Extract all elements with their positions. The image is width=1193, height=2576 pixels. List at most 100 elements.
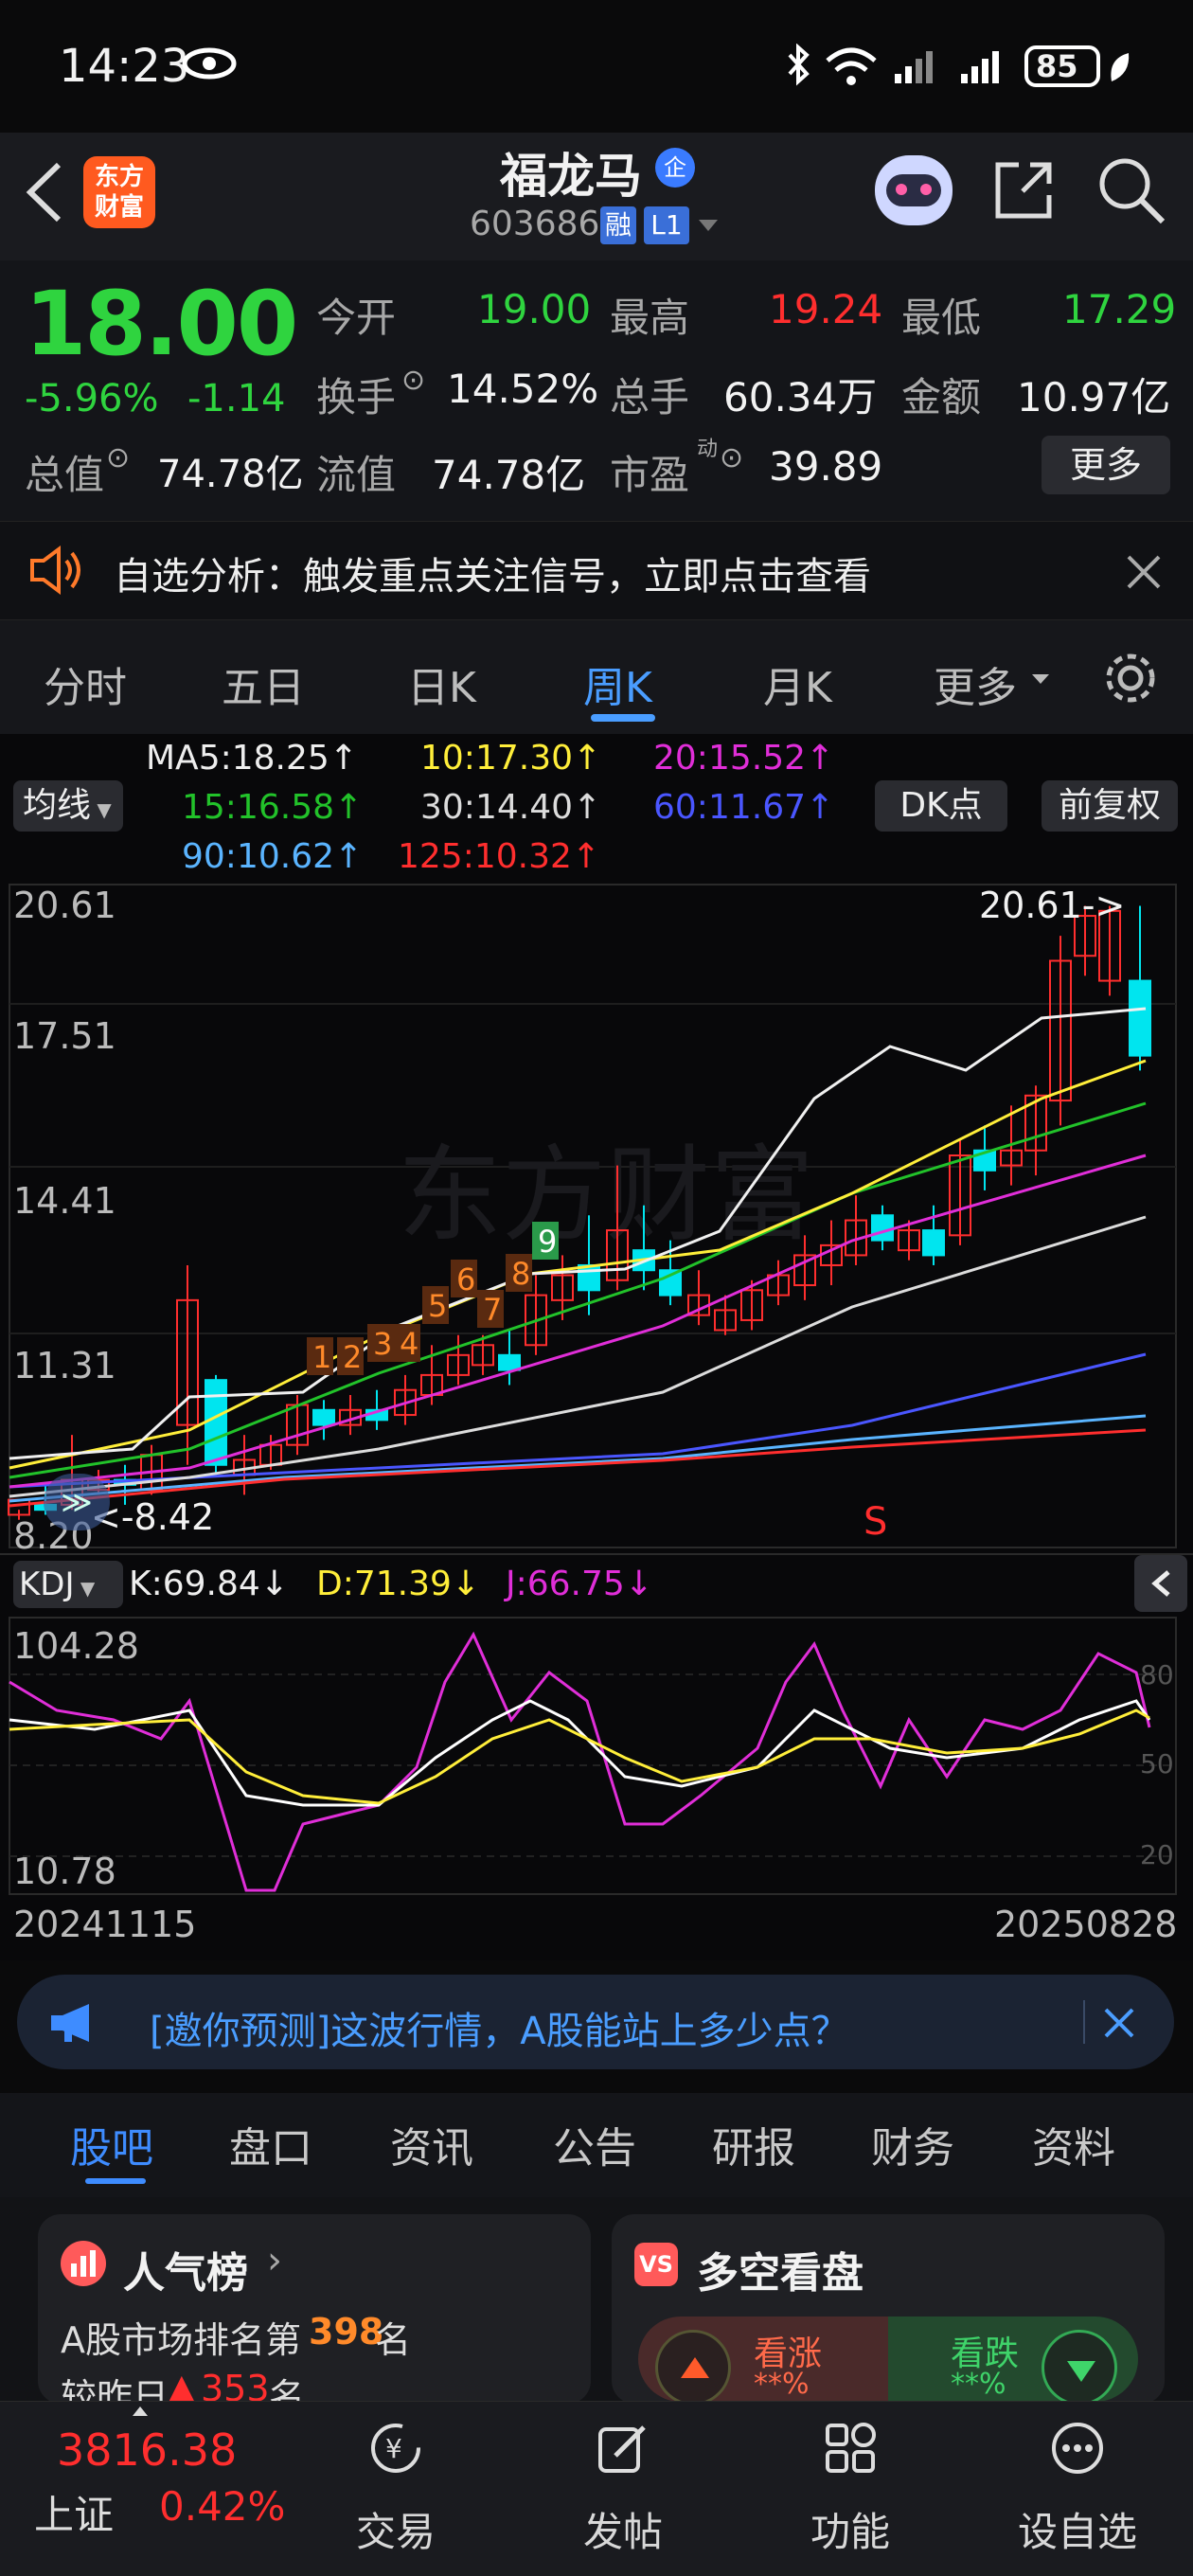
close-icon[interactable] bbox=[1102, 2006, 1136, 2040]
up-triangle-icon bbox=[681, 2357, 709, 2378]
dk-point-button[interactable]: DK点 bbox=[875, 780, 1007, 832]
more-button[interactable]: 更多 bbox=[1042, 436, 1170, 494]
eye-icon bbox=[182, 47, 237, 80]
nav-add-watchlist-label: 设自选 bbox=[1017, 2509, 1137, 2555]
info-icon-turnover[interactable]: ⊙ bbox=[401, 364, 425, 397]
chevron-down-icon[interactable] bbox=[697, 218, 720, 233]
tab-research[interactable]: 研报 bbox=[712, 2114, 795, 2174]
tab-more[interactable]: 更多 bbox=[934, 653, 1017, 714]
index-percent[interactable]: 0.42% bbox=[159, 2483, 285, 2530]
kdj-chart[interactable] bbox=[0, 1616, 1193, 1900]
pe-superscript: 动 bbox=[697, 438, 719, 461]
collapse-panel-button[interactable] bbox=[1134, 1555, 1187, 1612]
change-amount: -1.14 bbox=[187, 377, 286, 420]
signal-text[interactable]: 自选分析：触发重点关注信号，立即点击查看 bbox=[114, 546, 871, 600]
search-icon[interactable] bbox=[1096, 155, 1166, 225]
nav-add-watchlist[interactable]: 设自选 bbox=[1002, 2406, 1153, 2557]
ma15-value: 15:16.58↑ bbox=[182, 788, 364, 827]
tab-weekly-k[interactable]: 周K bbox=[583, 653, 652, 714]
kdj-line bbox=[9, 1708, 1150, 1805]
rank-chart-icon bbox=[61, 2241, 106, 2286]
divider bbox=[1083, 2000, 1085, 2044]
kdj-d-value: D:71.39↓ bbox=[316, 1565, 481, 1603]
kdj-y-top: 104.28 bbox=[13, 1625, 139, 1667]
kdj-selector[interactable]: KDJ ▼ bbox=[13, 1561, 123, 1608]
promo-text[interactable]: [邀你预测]这波行情，A股能站上多少点？ bbox=[150, 2000, 849, 2055]
sell-signal-marker: S bbox=[864, 1500, 888, 1544]
countdown-label: 6 bbox=[456, 1261, 475, 1297]
open-label: 今开 bbox=[316, 295, 397, 341]
kdj-selector-label: KDJ bbox=[19, 1565, 75, 1603]
countdown-label: 1 bbox=[312, 1339, 331, 1375]
kdj-ref-80: 80 bbox=[1140, 1659, 1174, 1690]
kdj-ref-20: 20 bbox=[1140, 1839, 1174, 1870]
back-icon[interactable] bbox=[21, 159, 68, 225]
tab-news[interactable]: 资讯 bbox=[390, 2114, 473, 2174]
current-price: 18.00 bbox=[25, 273, 298, 376]
index-indicator bbox=[133, 2402, 148, 2416]
turnover-value: 14.52% bbox=[447, 366, 599, 412]
active-tab-indicator bbox=[591, 714, 655, 722]
countdown-label: 2 bbox=[343, 1339, 362, 1375]
status-time: 14:23 bbox=[59, 40, 190, 93]
tab-financials[interactable]: 财务 bbox=[871, 2114, 954, 2174]
info-icon-pe[interactable]: ⊙ bbox=[720, 441, 743, 474]
app-root: { "status": {"time": "14:23", "battery":… bbox=[0, 0, 1193, 2576]
chevron-down-icon[interactable] bbox=[1030, 672, 1051, 686]
battery-level: 85 bbox=[1036, 48, 1078, 84]
chevron-right-icon[interactable]: › bbox=[267, 2239, 282, 2282]
float-cap-value: 74.78亿 bbox=[432, 452, 586, 498]
tab-monthly-k[interactable]: 月K bbox=[763, 653, 832, 714]
bear-button[interactable] bbox=[1042, 2330, 1117, 2406]
ma-selector[interactable]: 均线 ▼ bbox=[13, 780, 123, 832]
tab-five-day[interactable]: 五日 bbox=[222, 653, 305, 714]
nav-post[interactable]: 发帖 bbox=[547, 2406, 699, 2557]
share-icon[interactable] bbox=[990, 157, 1057, 224]
tab-forum[interactable]: 股吧 bbox=[70, 2114, 153, 2174]
bluetooth-icon bbox=[788, 44, 810, 86]
tab-profile[interactable]: 资料 bbox=[1032, 2114, 1115, 2174]
countdown-label: 5 bbox=[428, 1288, 447, 1324]
tab-orderbook[interactable]: 盘口 bbox=[229, 2114, 312, 2174]
signal-icon-1 bbox=[895, 51, 933, 83]
gear-icon[interactable] bbox=[1102, 650, 1159, 707]
countdown-label: 3 bbox=[373, 1326, 392, 1362]
date-end: 20250828 bbox=[994, 1904, 1178, 1945]
kline-chart[interactable]: 东方财富 1 2 3 456789 bbox=[0, 881, 1193, 1553]
turnover-label: 换手 bbox=[316, 374, 397, 420]
float-cap-label: 流值 bbox=[316, 452, 397, 498]
signal-icon-2 bbox=[961, 51, 999, 83]
candle-body bbox=[312, 1408, 335, 1426]
status-bar: 14:23 85 bbox=[0, 0, 1193, 133]
y-label-2: 17.51 bbox=[13, 1015, 116, 1057]
bull-bear-title: 多空看盘 bbox=[697, 2249, 864, 2298]
date-start: 20241115 bbox=[13, 1904, 197, 1945]
robot-assistant-icon[interactable] bbox=[875, 155, 953, 225]
enterprise-badge: 企 bbox=[655, 148, 695, 188]
nav-functions[interactable]: 功能 bbox=[775, 2406, 926, 2557]
nav-trade[interactable]: ¥ 交易 bbox=[320, 2406, 472, 2557]
adjust-button[interactable]: 前复权 bbox=[1042, 780, 1178, 832]
tab-announcements[interactable]: 公告 bbox=[553, 2114, 636, 2174]
kdj-j-value: J:66.75↓ bbox=[506, 1565, 653, 1603]
popularity-title: 人气榜 bbox=[123, 2249, 248, 2298]
close-icon[interactable] bbox=[1125, 553, 1163, 591]
ma30-value: 30:14.40↑ bbox=[420, 788, 602, 827]
high-value: 19.24 bbox=[769, 286, 883, 332]
ma-selector-label: 均线 bbox=[23, 786, 92, 825]
tab-intraday[interactable]: 分时 bbox=[44, 653, 127, 714]
ma-line bbox=[9, 1215, 1147, 1498]
info-icon-mktcap[interactable]: ⊙ bbox=[106, 441, 130, 474]
bear-percent: **% bbox=[951, 2368, 1006, 2401]
ma20-value: 20:15.52↑ bbox=[653, 739, 835, 778]
index-name[interactable]: 上证 bbox=[34, 2483, 114, 2541]
tab-daily-k[interactable]: 日K bbox=[407, 653, 476, 714]
scroll-left-icon[interactable]: ≫ bbox=[44, 1474, 110, 1530]
ma90-value: 90:10.62↑ bbox=[182, 837, 364, 876]
index-value[interactable]: 3816.38 bbox=[57, 2424, 237, 2476]
kdj-line bbox=[9, 1631, 1151, 1892]
bull-button[interactable] bbox=[655, 2330, 731, 2406]
countdown-label: 8 bbox=[511, 1256, 530, 1292]
app-logo[interactable]: 东方 财富 bbox=[83, 156, 155, 228]
battery-icon: 85 bbox=[1024, 45, 1100, 87]
